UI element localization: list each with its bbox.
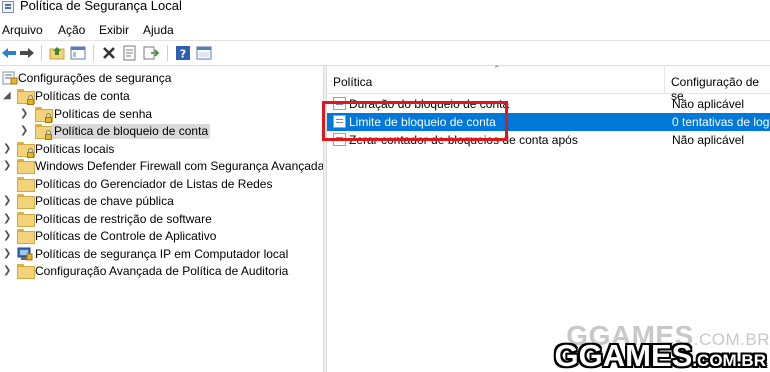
collapsed-chevron-icon[interactable]: ❯	[3, 247, 13, 261]
tree-item-politicas-de-conta[interactable]: ◢ Políticas de conta	[0, 88, 320, 105]
tree-item-label: Políticas de segurança IP em Computador …	[35, 247, 289, 261]
folder-icon	[17, 212, 33, 226]
tree-root[interactable]: Configurações de segurança	[0, 70, 320, 87]
title-bar: Política de Segurança Local	[0, 0, 770, 19]
toolbar-separator	[93, 45, 94, 61]
tree-item-controle-aplicativo[interactable]: ❯ Políticas de Controle de Aplicativo	[0, 228, 320, 245]
locked-folder-icon	[35, 124, 52, 140]
security-policy-app-icon	[2, 1, 14, 13]
sort-ascending-icon: ⌃	[493, 64, 501, 74]
tree-item-politicas-de-senha[interactable]: ❯ Políticas de senha	[0, 106, 320, 123]
collapsed-chevron-icon[interactable]: ❯	[3, 229, 13, 243]
security-settings-icon	[2, 71, 18, 85]
tree-item-politicas-locais[interactable]: ❯ Políticas locais	[0, 141, 320, 158]
collapsed-chevron-icon[interactable]: ❯	[20, 107, 30, 121]
tree-pane: Configurações de segurança ◢ Políticas d…	[0, 66, 324, 372]
folder-icon	[17, 159, 33, 173]
back-icon[interactable]	[1, 45, 17, 61]
window-title: Política de Segurança Local	[20, 0, 182, 13]
tree-item-auditoria-avancada[interactable]: ❯ Configuração Avançada de Política de A…	[0, 263, 320, 280]
policy-setting: Não aplicável	[672, 133, 745, 147]
help-icon[interactable]: ?	[175, 45, 191, 61]
tree-item-label: Políticas de chave pública	[35, 194, 174, 208]
annotation-highlight-box	[322, 101, 508, 141]
collapsed-chevron-icon[interactable]: ❯	[3, 142, 13, 156]
svg-text:?: ?	[180, 48, 186, 61]
tree-item-label: Políticas de restrição de software	[35, 212, 212, 226]
folder-icon	[17, 229, 33, 243]
show-hide-tree-icon[interactable]	[70, 45, 86, 61]
locked-folder-icon	[17, 142, 34, 158]
tree-item-label: Windows Defender Firewall com Segurança …	[35, 159, 325, 173]
properties-icon[interactable]	[122, 45, 138, 61]
menu-ajuda[interactable]: Ajuda	[143, 23, 174, 37]
collapsed-chevron-icon[interactable]: ❯	[20, 124, 30, 138]
menu-exibir[interactable]: Exibir	[99, 23, 129, 37]
folder-icon	[17, 177, 33, 191]
folder-icon	[17, 264, 33, 278]
collapsed-chevron-icon[interactable]: ❯	[3, 159, 13, 173]
tree-item-label: Políticas de Controle de Aplicativo	[35, 229, 217, 243]
column-header-label: Política	[333, 75, 373, 89]
menu-acao[interactable]: Ação	[58, 23, 85, 37]
toolbar: ?	[0, 41, 770, 66]
export-list-icon[interactable]	[143, 45, 159, 61]
toolbar-separator	[41, 45, 42, 61]
locked-folder-icon	[17, 89, 34, 105]
toolbar-separator	[167, 45, 168, 61]
tree-item-windows-defender-firewall[interactable]: ❯ Windows Defender Firewall com Seguranç…	[0, 158, 324, 175]
tree-item-label: Políticas locais	[35, 142, 115, 156]
watermark-logo: GGAMES.COM.BR	[554, 338, 766, 372]
delete-icon[interactable]	[101, 45, 117, 61]
column-header-configuracao[interactable]: Configuração de se	[665, 66, 770, 103]
tree-item-label: Política de bloqueio de conta	[52, 124, 211, 139]
forward-icon[interactable]	[19, 45, 35, 61]
expanded-chevron-icon[interactable]: ◢	[3, 89, 13, 103]
tree-item-label: Políticas do Gerenciador de Listas de Re…	[35, 177, 273, 191]
collapsed-chevron-icon[interactable]: ❯	[3, 264, 13, 278]
menu-bar: Arquivo Ação Exibir Ajuda	[0, 19, 770, 41]
folder-icon	[17, 194, 33, 208]
tree-item-label: Políticas de senha	[54, 107, 153, 121]
tree-item-politica-de-bloqueio-de-conta[interactable]: ❯ Política de bloqueio de conta	[0, 123, 320, 140]
properties-sheet-icon[interactable]	[196, 45, 212, 61]
policy-setting: 0 tentativas de logo	[672, 115, 770, 129]
policy-setting: Não aplicável	[672, 97, 745, 111]
tree-item-restricao-software[interactable]: ❯ Políticas de restrição de software	[0, 211, 320, 228]
tree-item-label: Políticas de conta	[35, 89, 130, 103]
tree-item-chave-publica[interactable]: ❯ Políticas de chave pública	[0, 193, 320, 210]
collapsed-chevron-icon[interactable]: ❯	[3, 212, 13, 226]
up-folder-icon[interactable]	[49, 45, 65, 61]
tree-item-label: Configuração Avançada de Política de Aud…	[35, 264, 289, 278]
column-header-politica[interactable]: ⌃ Política	[327, 64, 665, 94]
locked-folder-icon	[35, 107, 52, 123]
tree-item-seguranca-ip[interactable]: ❯ Políticas de segurança IP em Computado…	[0, 246, 320, 263]
menu-arquivo[interactable]: Arquivo	[2, 23, 43, 37]
ip-security-icon	[17, 247, 33, 261]
tree-item-gerenciador-listas-redes[interactable]: Políticas do Gerenciador de Listas de Re…	[0, 176, 320, 193]
collapsed-chevron-icon[interactable]: ❯	[3, 194, 13, 208]
tree-root-label: Configurações de segurança	[18, 71, 172, 85]
